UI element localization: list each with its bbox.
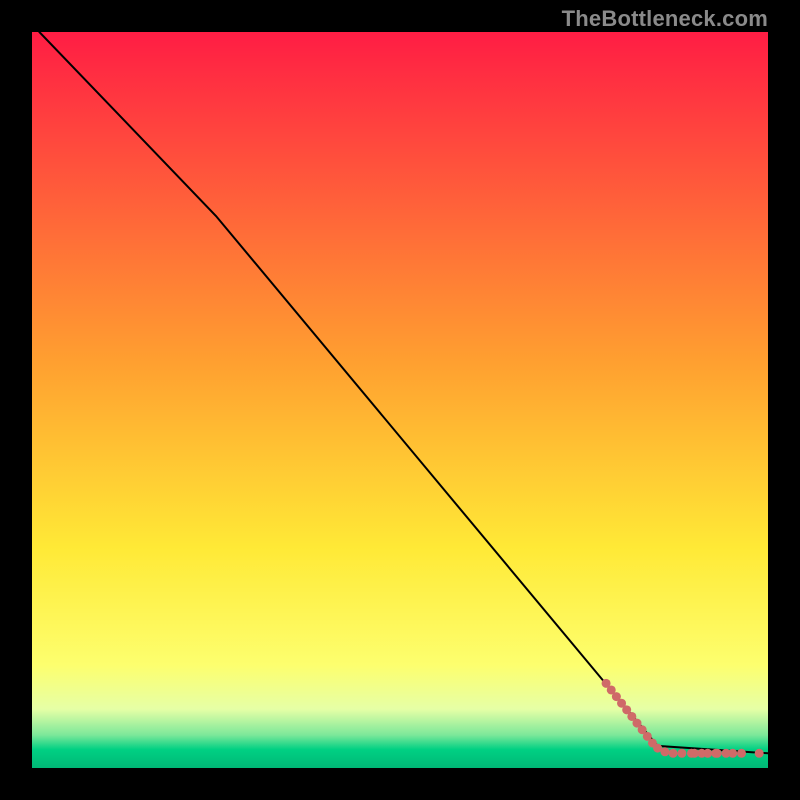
data-point [677,749,686,758]
data-point [660,747,669,756]
data-point [737,749,746,758]
plot-area [32,32,768,768]
gradient-background [32,32,768,768]
chart-svg [32,32,768,768]
data-point [669,749,678,758]
watermark-text: TheBottleneck.com [562,6,768,32]
data-point [703,749,712,758]
chart-frame: TheBottleneck.com [0,0,800,800]
data-point [713,749,722,758]
data-point [728,749,737,758]
data-point [755,749,764,758]
